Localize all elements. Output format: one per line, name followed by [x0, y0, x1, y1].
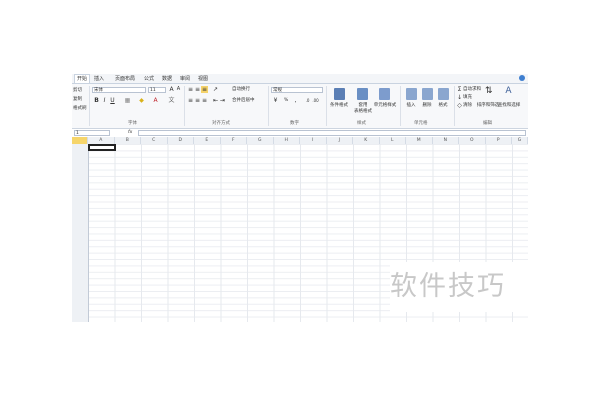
column-header[interactable]: F — [221, 137, 247, 144]
clear-icon[interactable]: ◇ — [456, 102, 463, 109]
column-header[interactable]: M — [406, 137, 433, 144]
ribbon-tabs: 开始 插入 页面布局 公式 数据 审阅 视图 — [72, 74, 528, 84]
font-group-label: 字体 — [128, 121, 137, 126]
active-cell[interactable] — [88, 144, 116, 151]
font-size-select[interactable]: 11 — [148, 87, 166, 93]
column-header[interactable]: N — [433, 137, 459, 144]
column-header[interactable]: E — [194, 137, 221, 144]
name-box[interactable]: 1 — [74, 130, 110, 136]
number-format-select[interactable]: 常规 — [271, 87, 323, 93]
delete-cells-icon[interactable] — [422, 88, 433, 100]
clear-button[interactable]: 清除 — [463, 103, 472, 109]
format-painter-button[interactable]: 格式刷 — [73, 106, 87, 112]
grow-font-icon[interactable]: A — [168, 86, 175, 93]
column-header[interactable]: P — [486, 137, 512, 144]
format-cells-icon[interactable] — [438, 88, 449, 100]
font-name-select[interactable]: 宋体 — [92, 87, 146, 93]
orientation-icon[interactable]: ↗ — [212, 86, 219, 93]
tab-data[interactable]: 数据 — [162, 75, 172, 83]
merge-center-button[interactable]: 合并后居中 — [232, 98, 255, 104]
align-middle-icon[interactable]: ≡ — [194, 86, 201, 93]
ribbon: 剪切 复制 格式刷 宋体 11 A A B I U ▦ ◆ A 文 字体 ≡ ≡… — [72, 84, 528, 129]
find-select-icon[interactable]: A — [505, 87, 512, 96]
column-header[interactable]: J — [327, 137, 353, 144]
copy-button[interactable]: 复制 — [73, 97, 82, 103]
column-header[interactable]: A — [88, 137, 115, 144]
find-select-button[interactable]: 查找和选择 — [496, 102, 522, 108]
tab-insert[interactable]: 插入 — [94, 75, 104, 83]
column-header[interactable]: O — [459, 137, 486, 144]
autosum-button[interactable]: 自动求和 — [463, 87, 481, 93]
align-left-icon[interactable]: ≡ — [187, 97, 194, 104]
watermark: 软件技巧 — [390, 262, 540, 312]
tab-home[interactable]: 开始 — [74, 74, 91, 83]
column-header[interactable]: G — [247, 137, 274, 144]
cut-button[interactable]: 剪切 — [73, 88, 82, 94]
fill-button[interactable]: 填充 — [463, 95, 472, 101]
separator — [268, 86, 269, 126]
tab-page-layout[interactable]: 页面布局 — [115, 75, 135, 83]
decrease-indent-icon[interactable]: ⇤ — [212, 97, 219, 104]
tab-formulas[interactable]: 公式 — [144, 75, 154, 83]
editing-group-label: 编辑 — [483, 121, 492, 126]
column-header[interactable]: L — [380, 137, 406, 144]
cell-styles-button[interactable]: 单元格样式 — [372, 102, 398, 108]
align-right-icon[interactable]: ≡ — [201, 97, 208, 104]
align-center-icon[interactable]: ≡ — [194, 97, 201, 104]
column-header[interactable]: H — [274, 137, 300, 144]
sort-filter-icon[interactable]: ⇅ — [485, 87, 493, 96]
format-as-table-icon[interactable] — [357, 88, 368, 100]
column-header[interactable]: B — [115, 137, 141, 144]
insert-function-button[interactable]: fx — [128, 130, 132, 136]
column-header[interactable]: I — [300, 137, 327, 144]
column-header[interactable]: K — [353, 137, 380, 144]
cell-styles-icon[interactable] — [379, 88, 390, 100]
format-as-table-label: 表格格式 — [354, 109, 372, 114]
comma-style-icon[interactable]: , — [292, 97, 299, 104]
styles-group-label: 样式 — [357, 121, 366, 126]
fill-color-icon[interactable]: ◆ — [138, 97, 145, 104]
column-header[interactable]: C — [141, 137, 168, 144]
conditional-format-button[interactable]: 条件格式 — [326, 102, 352, 108]
increase-decimal-icon[interactable]: .0 — [304, 97, 311, 104]
format-cells-button[interactable]: 格式 — [430, 102, 456, 108]
insert-cells-icon[interactable] — [406, 88, 417, 100]
fill-icon[interactable]: ↓ — [456, 94, 463, 101]
phonetic-icon[interactable]: 文 — [168, 97, 175, 104]
alignment-group-label: 对齐方式 — [212, 121, 230, 126]
tab-review[interactable]: 审阅 — [180, 75, 190, 83]
bold-icon[interactable]: B — [93, 97, 100, 104]
column-header[interactable]: G — [512, 137, 528, 144]
separator — [454, 86, 455, 126]
separator — [89, 86, 90, 126]
currency-icon[interactable]: ¥ — [272, 97, 279, 104]
conditional-format-icon[interactable] — [334, 88, 345, 100]
tab-view[interactable]: 视图 — [198, 75, 208, 83]
formula-input[interactable] — [138, 130, 526, 136]
number-group-label: 数字 — [290, 121, 299, 126]
align-bottom-icon[interactable]: ≡ — [201, 86, 208, 93]
help-icon[interactable] — [519, 75, 525, 81]
align-top-icon[interactable]: ≡ — [187, 86, 194, 93]
cells-group-label: 单元格 — [414, 121, 428, 126]
decrease-decimal-icon[interactable]: .00 — [312, 97, 319, 104]
shrink-font-icon[interactable]: A — [175, 86, 182, 93]
column-header[interactable]: D — [168, 137, 194, 144]
font-color-icon[interactable]: A — [152, 97, 159, 104]
row-headers — [72, 144, 89, 322]
increase-indent-icon[interactable]: ⇥ — [219, 97, 226, 104]
border-icon[interactable]: ▦ — [124, 97, 131, 104]
autosum-icon[interactable]: Σ — [456, 86, 463, 93]
percent-button[interactable]: % — [284, 98, 288, 104]
wrap-text-button[interactable]: 自动换行 — [232, 87, 250, 93]
separator — [184, 86, 185, 126]
underline-icon[interactable]: U — [109, 97, 116, 104]
select-all-corner[interactable] — [72, 137, 88, 144]
italic-icon[interactable]: I — [101, 97, 108, 104]
